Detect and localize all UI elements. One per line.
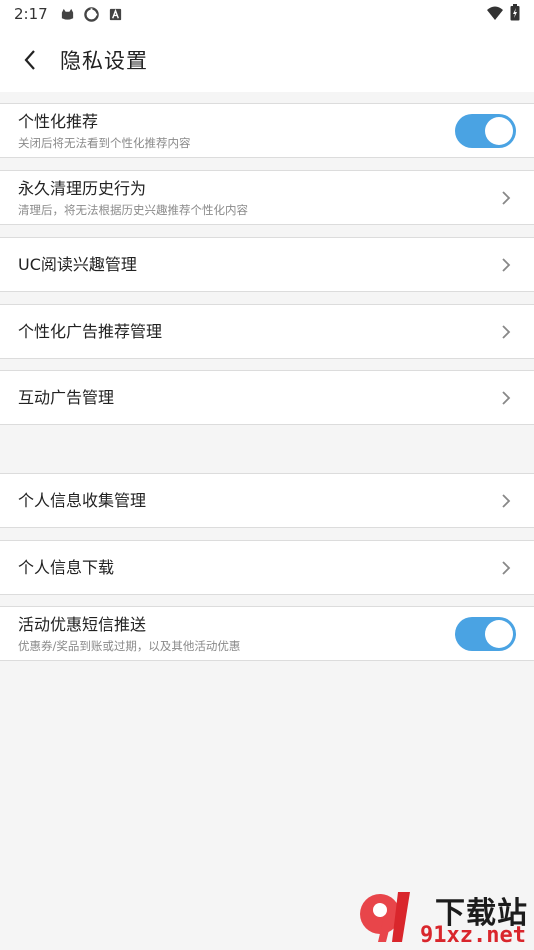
a-badge-icon [109, 8, 121, 20]
watermark-bottom-text: 91xz.net [420, 923, 526, 948]
row-title: 个性化广告推荐管理 [18, 321, 163, 341]
app-header: 隐私设置 [0, 28, 534, 92]
row-text: 个人信息下载 [18, 558, 496, 578]
row-subtitle: 优惠券/奖品到账或过期，以及其他活动优惠 [18, 638, 241, 653]
chevron-right-icon [496, 491, 516, 511]
row-title: UC阅读兴趣管理 [18, 254, 137, 274]
row-title: 个人信息收集管理 [18, 490, 147, 510]
status-icons-left [60, 6, 123, 22]
setting-row-clear-history[interactable]: 永久清理历史行为 清理后，将无法根据历史兴趣推荐个性化内容 [0, 170, 534, 225]
setting-row-uc-reading-interest[interactable]: UC阅读兴趣管理 [0, 237, 534, 292]
back-button[interactable] [0, 28, 60, 92]
toggle-knob [485, 116, 513, 145]
status-time: 2:17 [14, 5, 48, 23]
toggle-knob [485, 619, 513, 648]
chevron-right-icon [496, 558, 516, 578]
status-icons-right [486, 4, 520, 21]
watermark-logo-icon [360, 892, 410, 942]
page-title: 隐私设置 [60, 49, 148, 73]
row-title: 互动广告管理 [18, 387, 115, 407]
chevron-right-icon [496, 255, 516, 275]
watermark: 下载站 91xz.net [356, 886, 530, 948]
battery-charging-icon [510, 4, 520, 21]
chevron-right-icon [496, 388, 516, 408]
status-bar: 2:17 [0, 0, 534, 28]
row-title: 永久清理历史行为 [18, 178, 147, 198]
setting-row-promo-sms: 活动优惠短信推送 优惠券/奖品到账或过期，以及其他活动优惠 [0, 606, 534, 661]
row-subtitle: 关闭后将无法看到个性化推荐内容 [18, 135, 191, 150]
row-subtitle: 清理后，将无法根据历史兴趣推荐个性化内容 [18, 202, 248, 217]
row-text: 个人信息收集管理 [18, 491, 496, 511]
row-text: 互动广告管理 [18, 388, 496, 408]
chevron-right-icon [496, 188, 516, 208]
row-text: 个性化推荐 关闭后将无法看到个性化推荐内容 [18, 112, 455, 150]
row-title: 个人信息下载 [18, 557, 115, 577]
cat-icon [61, 8, 73, 20]
row-text: UC阅读兴趣管理 [18, 255, 496, 275]
setting-row-personal-info-collection[interactable]: 个人信息收集管理 [0, 473, 534, 528]
row-title: 活动优惠短信推送 [18, 614, 147, 634]
row-title: 个性化推荐 [18, 111, 99, 131]
promo-sms-toggle[interactable] [455, 616, 516, 651]
setting-row-personal-info-download[interactable]: 个人信息下载 [0, 540, 534, 595]
personalized-recommend-toggle[interactable] [455, 113, 516, 148]
setting-row-interactive-ads[interactable]: 互动广告管理 [0, 370, 534, 425]
setting-row-personalized-recommend: 个性化推荐 关闭后将无法看到个性化推荐内容 [0, 103, 534, 158]
row-text: 个性化广告推荐管理 [18, 322, 496, 342]
chevron-left-icon [24, 50, 35, 70]
row-text: 永久清理历史行为 清理后，将无法根据历史兴趣推荐个性化内容 [18, 179, 496, 217]
chevron-right-icon [496, 322, 516, 342]
sync-icon [83, 6, 99, 22]
setting-row-personalized-ads[interactable]: 个性化广告推荐管理 [0, 304, 534, 359]
row-text: 活动优惠短信推送 优惠券/奖品到账或过期，以及其他活动优惠 [18, 615, 455, 653]
wifi-icon [487, 6, 503, 20]
